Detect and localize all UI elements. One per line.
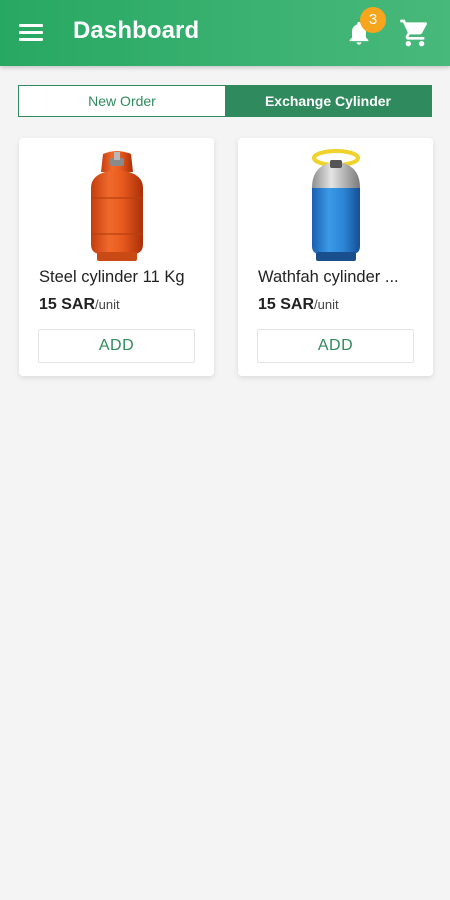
tab-exchange-cylinder[interactable]: Exchange Cylinder [225,86,431,116]
orange-gas-cylinder-image [90,151,143,261]
page-title: Dashboard [73,17,200,44]
notification-count-badge: 3 [360,7,386,33]
price-unit: /unit [95,297,120,312]
product-name: Steel cylinder 11 Kg [39,268,185,286]
price-value: 15 SAR [39,296,96,313]
hamburger-menu-icon[interactable] [16,20,46,46]
product-image [238,148,433,264]
blue-gas-cylinder-image [311,149,360,261]
cart-icon [400,19,428,47]
product-price: 15 SAR/unit [39,296,120,314]
product-price: 15 SAR/unit [258,296,339,314]
tab-new-order[interactable]: New Order [19,86,225,116]
price-value: 15 SAR [258,296,315,313]
add-button[interactable]: ADD [257,329,414,363]
cart-button[interactable] [399,17,431,49]
product-name: Wathfah cylinder ... [258,268,399,286]
product-image [19,148,214,264]
notifications-button[interactable]: 3 [340,7,386,54]
app-bar: Dashboard 3 [0,0,450,66]
price-unit: /unit [314,297,339,312]
order-tabs: New Order Exchange Cylinder [18,85,432,117]
product-card[interactable]: Wathfah cylinder ... 15 SAR/unit ADD [238,138,433,376]
product-card[interactable]: Steel cylinder 11 Kg 15 SAR/unit ADD [19,138,214,376]
add-button[interactable]: ADD [38,329,195,363]
